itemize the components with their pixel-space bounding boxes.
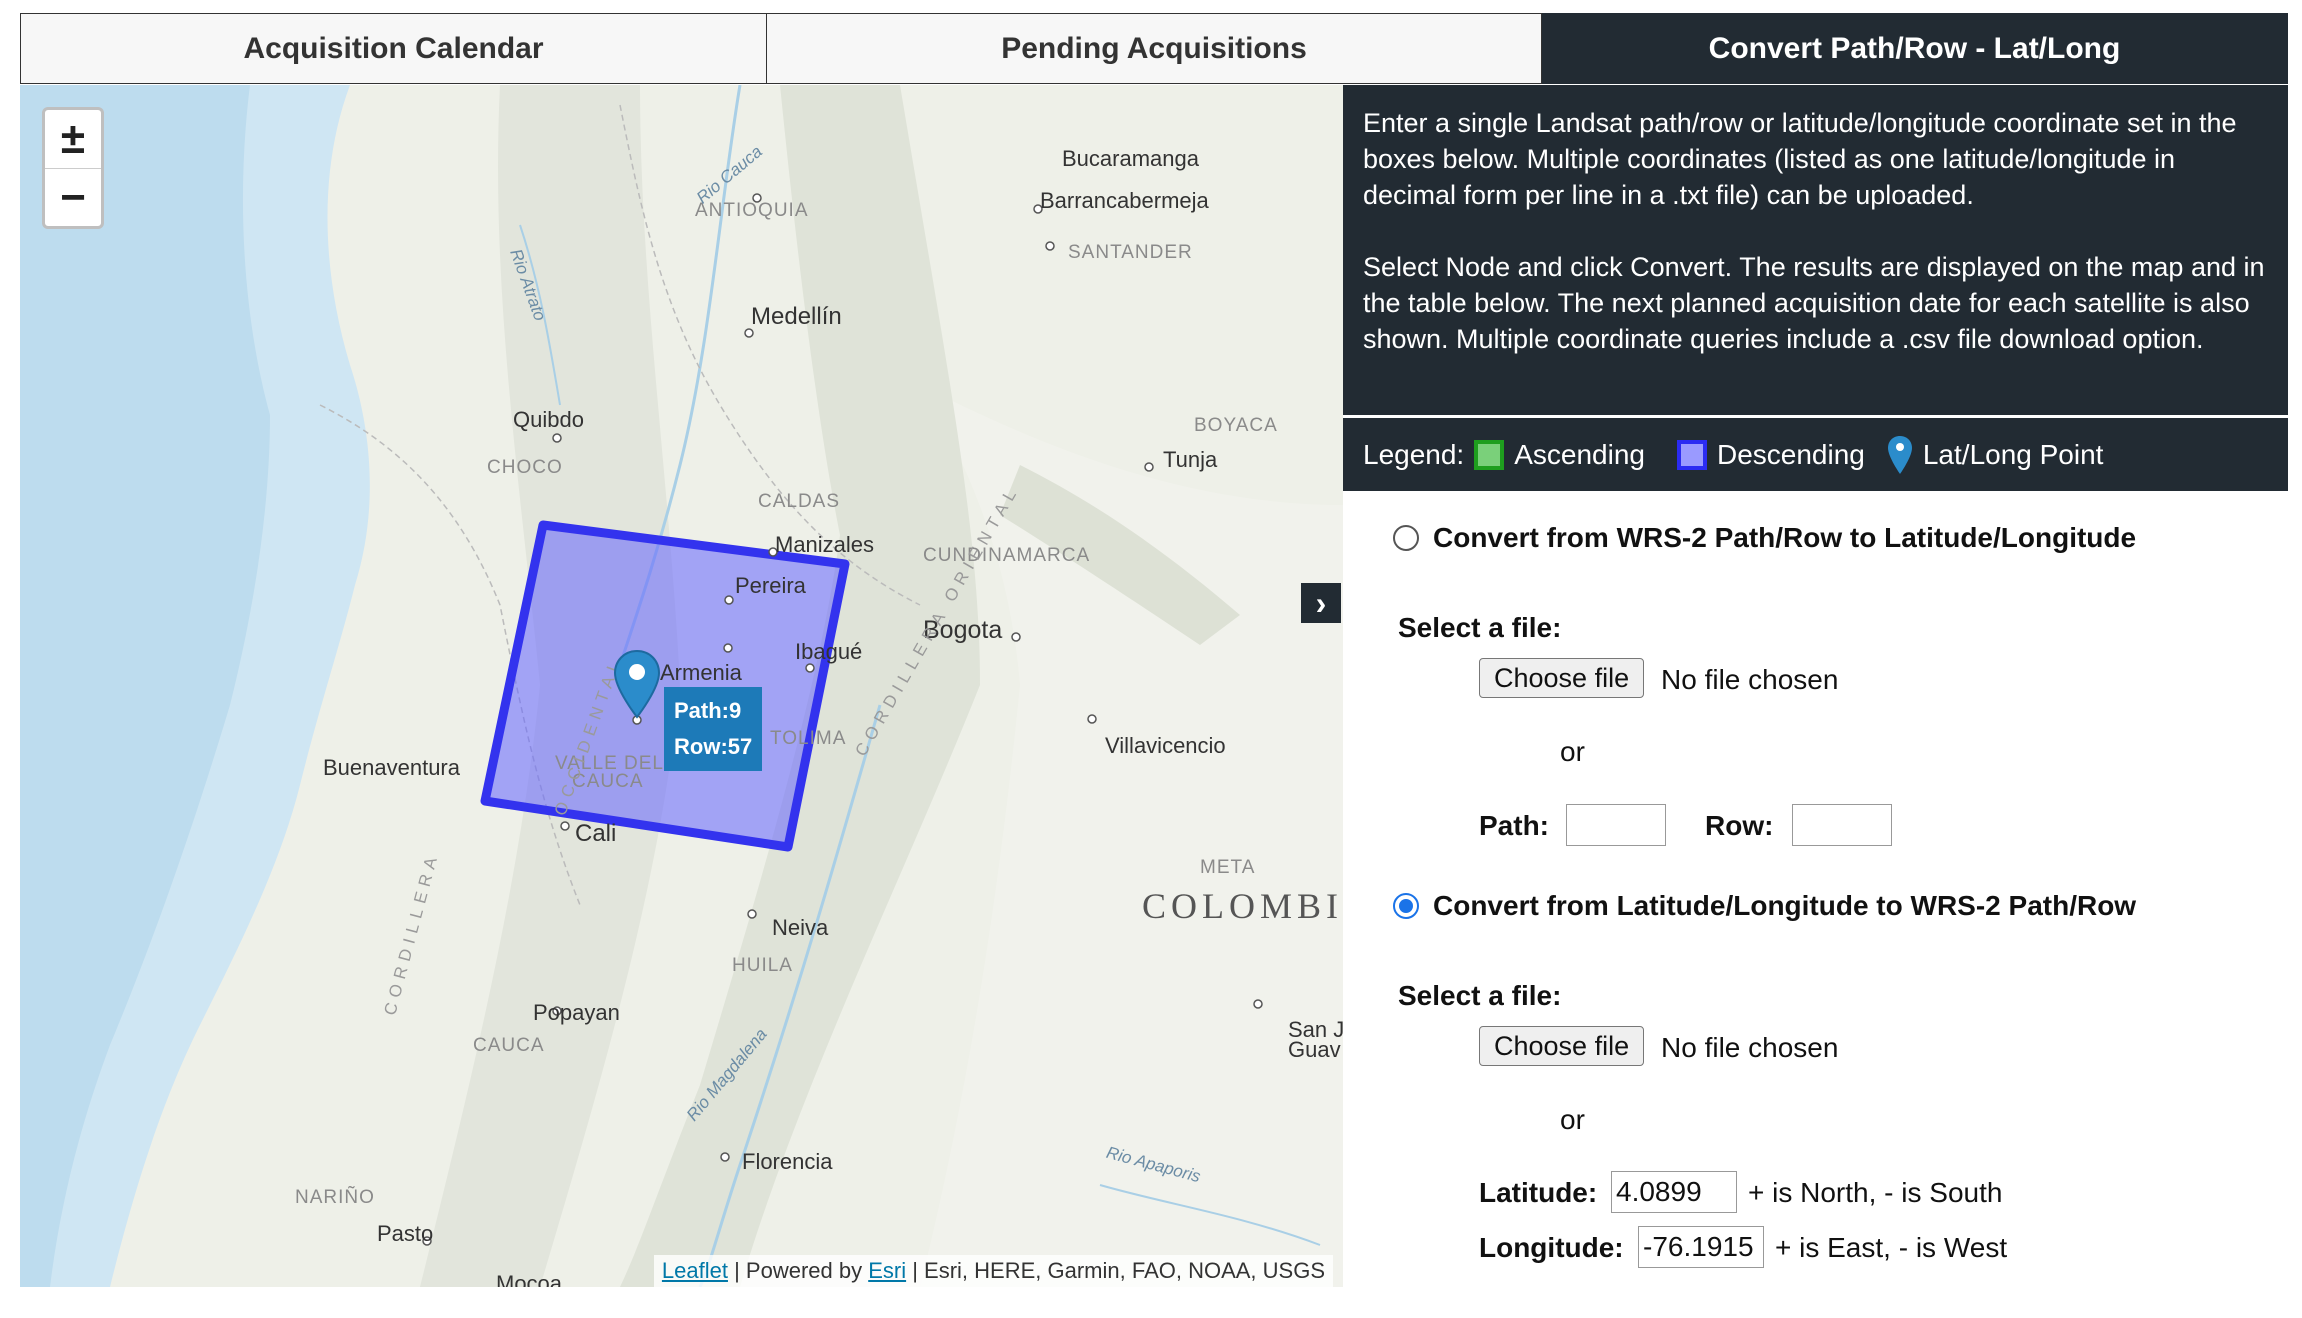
- map-label: Armenia: [660, 660, 742, 685]
- map-label: HUILA: [732, 955, 793, 976]
- path-input[interactable]: [1566, 804, 1666, 846]
- instructions-text-1: Enter a single Landsat path/row or latit…: [1363, 108, 2237, 210]
- latitude-input[interactable]: 4.0899: [1611, 1171, 1737, 1213]
- map-label: CUNDINAMARCA: [923, 545, 1091, 566]
- map-label: Pereira: [735, 573, 806, 598]
- map-label: SANTANDER: [1068, 242, 1193, 263]
- tab-acquisition-calendar[interactable]: Acquisition Calendar: [20, 13, 767, 84]
- map-view[interactable]: Bucaramanga Barrancabermeja SANTANDER AN…: [20, 85, 1343, 1287]
- map-label: Tunja: [1163, 447, 1218, 472]
- legend-descending-label: Descending: [1716, 438, 1865, 470]
- select-file-label: Select a file:: [1398, 612, 1562, 643]
- option-latlong-to-pathrow[interactable]: Convert from Latitude/Longitude to WRS-2…: [1393, 890, 2136, 922]
- legend-ascending-label: Ascending: [1514, 438, 1645, 470]
- map-label: Medellín: [751, 303, 842, 330]
- or-separator: or: [1560, 736, 1585, 767]
- map-label: Mocoa: [496, 1271, 563, 1287]
- map-label: CAUCA: [473, 1035, 545, 1056]
- descending-swatch-icon: [1676, 439, 1707, 470]
- path-label: Path:: [1479, 810, 1549, 841]
- select-file-label: Select a file:: [1398, 980, 1562, 1011]
- option-pathrow-label: Convert from WRS-2 Path/Row to Latitude/…: [1433, 522, 2137, 553]
- attribution-sources: | Esri, HERE, Garmin, FAO, NOAA, USGS: [906, 1258, 1325, 1283]
- option-latlong-label: Convert from Latitude/Longitude to WRS-2…: [1433, 890, 2137, 921]
- ascending-swatch-icon: [1474, 439, 1505, 470]
- attribution-text: | Powered by: [727, 1258, 869, 1283]
- map-basemap: [20, 85, 1343, 1287]
- map-label: ANTIOQUIA: [695, 200, 809, 221]
- option-pathrow-to-latlong[interactable]: Convert from WRS-2 Path/Row to Latitude/…: [1393, 522, 2136, 554]
- legend-ascending: Ascending: [1464, 439, 1645, 471]
- map-label: META: [1200, 857, 1256, 878]
- legend-title: Legend:: [1363, 438, 1465, 470]
- map-label: Popayan: [533, 1000, 620, 1025]
- map-label: TOLIMA: [770, 728, 847, 749]
- map-label: Buenaventura: [323, 755, 460, 780]
- map-label: Villavicencio: [1105, 733, 1226, 758]
- instructions-text-2: Select Node and click Convert. The resul…: [1363, 252, 2265, 354]
- longitude-label: Longitude:: [1479, 1232, 1624, 1263]
- choose-file-button[interactable]: Choose file: [1479, 658, 1645, 698]
- choose-file-button[interactable]: Choose file: [1479, 1026, 1645, 1066]
- no-file-status: No file chosen: [1661, 1032, 1839, 1063]
- conversion-form: Convert from WRS-2 Path/Row to Latitude/…: [1343, 491, 2288, 1291]
- map-attribution: Leaflet | Powered by Esri | Esri, HERE, …: [653, 1255, 1333, 1287]
- latitude-label: Latitude:: [1479, 1177, 1598, 1208]
- leaflet-link[interactable]: Leaflet: [662, 1258, 728, 1283]
- legend: Legend: Ascending Descending Lat/Long Po…: [1343, 418, 2288, 491]
- zoom-out-button[interactable]: −: [45, 169, 101, 227]
- map-label: Bucaramanga: [1062, 146, 1199, 171]
- tooltip-row: Row:57: [674, 734, 753, 759]
- legend-point-label: Lat/Long Point: [1922, 438, 2104, 470]
- longitude-hint: + is East, - is West: [1775, 1232, 2008, 1263]
- map-pin-icon: [1887, 435, 1912, 474]
- longitude-input[interactable]: -76.1915: [1638, 1226, 1764, 1268]
- path-row-tooltip: Path:9 Row:57: [664, 687, 763, 771]
- row-label: Row:: [1705, 810, 1774, 841]
- radio-latlong-to-pathrow[interactable]: [1393, 893, 1419, 919]
- map-label: COLOMBI: [1142, 886, 1343, 926]
- tab-pending-acquisitions[interactable]: Pending Acquisitions: [767, 13, 1542, 84]
- map-label: Neiva: [772, 915, 829, 940]
- radio-pathrow-to-latlong[interactable]: [1393, 525, 1419, 551]
- instructions-panel: Enter a single Landsat path/row or latit…: [1343, 85, 2288, 415]
- latitude-hint: + is North, - is South: [1748, 1177, 2003, 1208]
- zoom-in-button[interactable]: ±: [45, 110, 101, 169]
- map-label: Barrancabermeja: [1040, 188, 1209, 213]
- map-marker-icon[interactable]: [612, 649, 662, 721]
- legend-point: Lat/Long Point: [1887, 435, 2104, 475]
- map-label: Guav: [1288, 1037, 1341, 1062]
- map-label: CHOCO: [487, 457, 563, 478]
- map-label: Ibagué: [795, 639, 863, 664]
- map-label: Pasto: [377, 1221, 434, 1246]
- chevron-right-icon[interactable]: ›: [1301, 583, 1341, 623]
- map-label: NARIÑO: [295, 1187, 375, 1208]
- esri-link[interactable]: Esri: [868, 1258, 906, 1283]
- map-label: Quibdo: [513, 407, 584, 432]
- map-label: BOYACA: [1194, 415, 1278, 436]
- tab-convert-path-row[interactable]: Convert Path/Row - Lat/Long: [1542, 13, 2288, 84]
- zoom-control: ± −: [42, 107, 104, 229]
- map-label: Florencia: [742, 1149, 833, 1174]
- map-label: Manizales: [775, 532, 875, 557]
- tab-bar: Acquisition Calendar Pending Acquisition…: [20, 13, 2288, 84]
- or-separator: or: [1560, 1104, 1585, 1135]
- tooltip-path: Path:9: [674, 698, 742, 723]
- map-label: CALDAS: [758, 491, 841, 512]
- map-label: Cali: [575, 820, 617, 847]
- legend-descending: Descending: [1667, 439, 1865, 471]
- no-file-status: No file chosen: [1661, 664, 1839, 695]
- row-input[interactable]: [1792, 804, 1892, 846]
